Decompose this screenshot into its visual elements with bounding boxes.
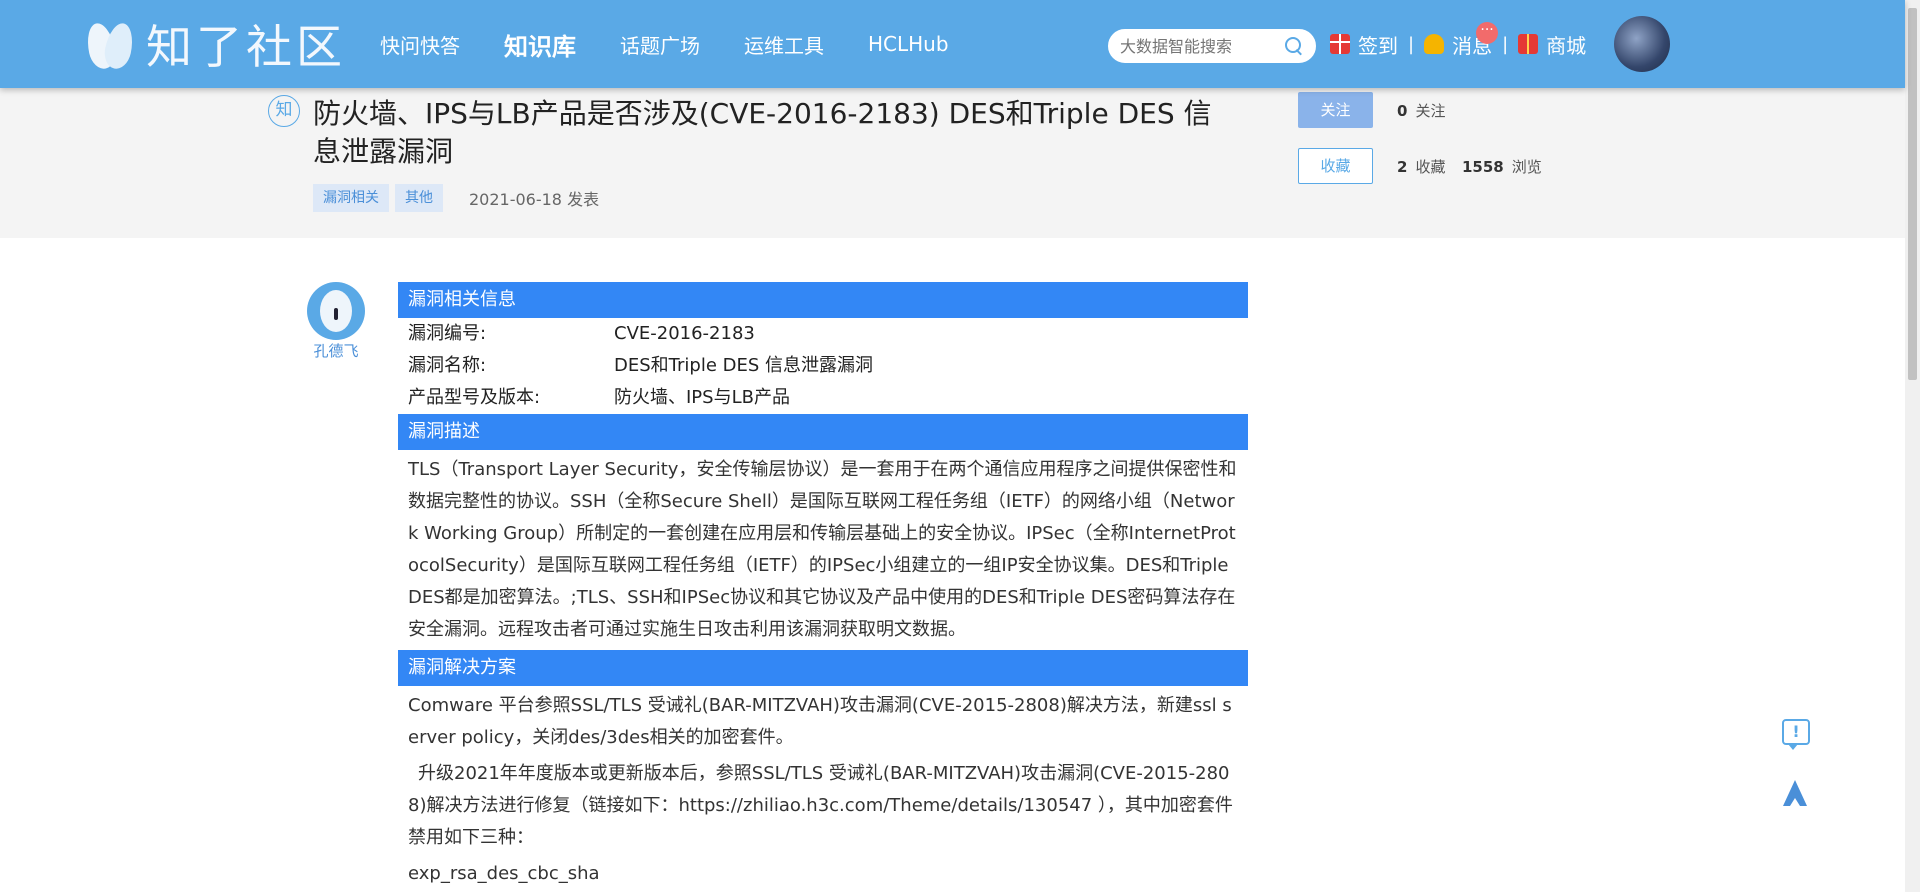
favorite-count: 2: [1397, 158, 1408, 176]
mall-label: 商城: [1546, 33, 1587, 58]
solution-paragraph: exp_rsa_des_cbc_sha: [408, 863, 600, 884]
user-links: 签到 | 消息 ··· | 商城: [1330, 0, 1586, 88]
follow-stat: 0 关注: [1397, 100, 1445, 121]
mall-link[interactable]: 商城: [1518, 30, 1586, 59]
scrollbar[interactable]: [1905, 0, 1920, 892]
section-heading-description: 漏洞描述: [398, 414, 1248, 450]
view-stat-label: 浏览: [1511, 158, 1542, 176]
user-avatar[interactable]: [1614, 16, 1670, 72]
view-stat: 1558 浏览: [1462, 156, 1542, 177]
favorite-stat: 2 收藏: [1397, 156, 1445, 177]
top-header: 知了社区 快问快答 知识库 话题广场 运维工具 HCLHub 签到 | 消息 ·…: [0, 0, 1905, 88]
main-nav: 快问快答 知识库 话题广场 运维工具 HCLHub: [380, 0, 993, 88]
info-key: 产品型号及版本:: [408, 387, 541, 408]
search-box: [1108, 29, 1316, 63]
info-key: 漏洞名称:: [408, 355, 487, 376]
message-badge: ···: [1476, 21, 1499, 44]
separator: |: [1502, 33, 1509, 55]
view-count: 1558: [1462, 158, 1504, 176]
nav-item-quick-qa[interactable]: 快问快答: [380, 30, 460, 59]
tag-list: 漏洞相关 其他 2021-06-18 发表: [313, 184, 599, 212]
info-value: DES和Triple DES 信息泄露漏洞: [614, 355, 874, 376]
follow-button[interactable]: 关注: [1298, 92, 1373, 128]
vulnerability-description: TLS（Transport Layer Security，安全传输层协议）是一套…: [408, 459, 1237, 640]
solution-paragraph: 升级2021年年度版本或更新版本后，参照SSL/TLS 受诫礼(BAR-MITZ…: [408, 763, 1233, 848]
checkin-link[interactable]: 签到: [1330, 30, 1398, 59]
nav-item-topics[interactable]: 话题广场: [620, 30, 700, 59]
feedback-icon[interactable]: !: [1782, 719, 1810, 750]
article-content: 漏洞相关信息 漏洞编号: CVE-2016-2183 漏洞名称: DES和Tri…: [398, 282, 1248, 890]
follow-count: 0: [1397, 102, 1408, 120]
info-row: 产品型号及版本: 防火墙、IPS与LB产品: [398, 382, 1248, 414]
nav-item-ops-tools[interactable]: 运维工具: [744, 30, 824, 59]
section-heading-info: 漏洞相关信息: [398, 282, 1248, 318]
section-heading-solution: 漏洞解决方案: [398, 650, 1248, 686]
follow-stat-label: 关注: [1415, 102, 1446, 120]
messages-link[interactable]: 消息 ···: [1424, 21, 1499, 59]
gift-icon: [1330, 34, 1350, 54]
favorite-stat-label: 收藏: [1415, 158, 1446, 176]
search-icon[interactable]: [1284, 36, 1304, 56]
knowledge-icon: 知: [268, 95, 300, 127]
cicada-logo-icon: [83, 17, 137, 72]
scrollbar-thumb[interactable]: [1908, 8, 1917, 380]
author-name[interactable]: 孔德飞: [300, 340, 372, 361]
info-value: CVE-2016-2183: [614, 323, 755, 344]
info-value: 防火墙、IPS与LB产品: [614, 387, 790, 408]
nav-item-hclhub[interactable]: HCLHub: [868, 32, 949, 56]
tag-vulnerability[interactable]: 漏洞相关: [313, 184, 389, 212]
tag-other[interactable]: 其他: [395, 184, 443, 212]
site-logo[interactable]: 知了社区: [83, 14, 346, 74]
logo-text: 知了社区: [146, 20, 346, 74]
gift-box-icon: [1518, 34, 1539, 54]
nav-item-knowledge-base[interactable]: 知识库: [504, 27, 576, 62]
post-date: 2021-06-18 发表: [469, 190, 600, 209]
search-input[interactable]: [1120, 36, 1280, 56]
author-avatar[interactable]: [307, 282, 365, 340]
checkin-label: 签到: [1358, 33, 1398, 58]
separator: |: [1408, 33, 1415, 55]
favorite-button[interactable]: 收藏: [1298, 148, 1373, 184]
solution-paragraph: Comware 平台参照SSL/TLS 受诫礼(BAR-MITZVAH)攻击漏洞…: [408, 695, 1232, 748]
info-row: 漏洞编号: CVE-2016-2183: [398, 318, 1248, 350]
page-title: 防火墙、IPS与LB产品是否涉及(CVE-2016-2183) DES和Trip…: [313, 97, 1212, 168]
bell-icon: [1424, 34, 1445, 54]
back-to-top-icon[interactable]: [1783, 780, 1807, 806]
info-key: 漏洞编号:: [408, 323, 487, 344]
info-row: 漏洞名称: DES和Triple DES 信息泄露漏洞: [398, 350, 1248, 382]
